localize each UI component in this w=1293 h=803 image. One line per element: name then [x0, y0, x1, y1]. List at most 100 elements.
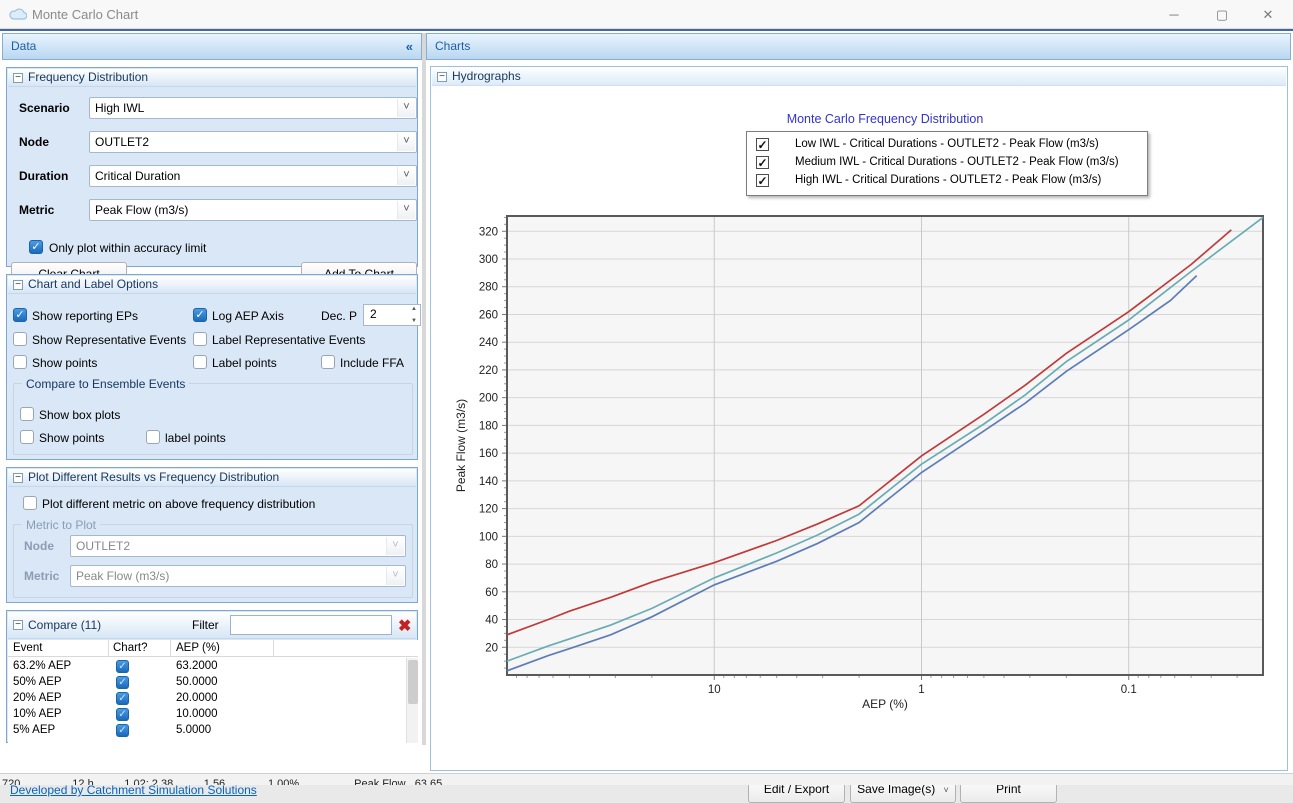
table-row[interactable]: 50% AEP ✓ 50.0000 — [8, 675, 418, 691]
plot-different-metric-checkbox[interactable] — [23, 496, 37, 510]
label-rep-events-checkbox[interactable] — [193, 332, 207, 346]
panel-separator[interactable] — [422, 33, 426, 745]
spinner-up-icon[interactable]: ▲ — [411, 306, 417, 312]
event-cell: 50% AEP — [13, 676, 62, 688]
svg-text:0.1: 0.1 — [1121, 684, 1137, 696]
svg-text:240: 240 — [479, 337, 498, 349]
app-cloud-icon — [9, 6, 27, 20]
chart-label-options-section: − Chart and Label Options ✓ Show reporti… — [6, 274, 418, 460]
show-rep-events-checkbox[interactable] — [13, 332, 27, 346]
table-row[interactable]: 5% AEP✓5.0000 — [8, 723, 418, 739]
svg-text:100: 100 — [479, 531, 498, 543]
legend-item[interactable]: ✓High IWL - Critical Durations - OUTLET2… — [747, 172, 1147, 190]
chart-checkbox[interactable]: ✓ — [116, 692, 129, 705]
spinner-down-icon[interactable]: ▼ — [411, 318, 417, 324]
charts-panel-title: Charts — [435, 39, 470, 53]
svg-text:280: 280 — [479, 282, 498, 294]
hydrographs-header[interactable]: − Hydrographs — [432, 68, 1286, 86]
collapse-section-icon[interactable]: − — [13, 73, 23, 83]
metric-to-plot-group: Metric to Plot Node Metric OUTLET2 ˅ Pea… — [13, 524, 413, 598]
chevron-down-icon: ˅ — [386, 567, 404, 585]
svg-text:260: 260 — [479, 309, 498, 321]
ensemble-show-points-checkbox[interactable] — [20, 430, 34, 444]
main-area: Data « Charts − Frequency Distribution S… — [0, 29, 1293, 773]
compare-table-header: Event Chart? AEP (%) — [8, 640, 418, 657]
event-cell: 63.2% AEP — [13, 660, 71, 672]
developer-link[interactable]: Developed by Catchment Simulation Soluti… — [10, 783, 257, 797]
show-points-checkbox[interactable] — [13, 355, 27, 369]
maximize-button[interactable]: ▢ — [1199, 3, 1245, 26]
compare-scrollbar[interactable] — [406, 658, 418, 743]
data-panel-header[interactable]: Data « — [2, 33, 422, 60]
scenario-dropdown[interactable]: High IWL ˅ — [89, 97, 417, 119]
compare-scrollbar-thumb[interactable] — [408, 660, 418, 704]
legend-item[interactable]: ✓ Medium IWL - Critical Durations - OUTLE… — [747, 154, 1147, 172]
chevron-down-icon[interactable]: ˅ — [397, 167, 415, 185]
dec-p-value: 2 — [370, 307, 377, 321]
chart-checkbox[interactable]: ✓ — [116, 708, 129, 721]
chevron-down-icon[interactable]: ˅ — [397, 133, 415, 151]
chevron-down-icon[interactable]: ˅ — [944, 785, 949, 795]
table-row[interactable]: 10% AEP✓10.0000 — [8, 707, 418, 723]
table-row[interactable]: 63.2% AEP✓63.2000 — [8, 659, 418, 675]
chart-label-options-header[interactable]: − Chart and Label Options — [8, 276, 416, 294]
label-points-checkbox[interactable] — [193, 355, 207, 369]
chart-checkbox[interactable]: ✓ — [116, 724, 129, 737]
compare-header[interactable]: − Compare (11) Filter ✖ — [8, 612, 416, 639]
collapse-section-icon[interactable]: − — [437, 72, 447, 82]
title-bar: Monte Carlo Chart ─ ▢ ✕ — [0, 0, 1293, 29]
node-to-plot-value: OUTLET2 — [76, 539, 130, 553]
metric-to-plot-label2: Metric — [24, 569, 59, 583]
collapse-section-icon[interactable]: − — [13, 280, 23, 290]
legend-checkbox[interactable]: ✓ — [756, 138, 769, 151]
plot-different-results-section: − Plot Different Results vs Frequency Di… — [6, 467, 418, 603]
duration-dropdown[interactable]: Critical Duration ˅ — [89, 165, 417, 187]
log-aep-axis-checkbox[interactable]: ✓ — [193, 308, 207, 322]
svg-text:1: 1 — [918, 684, 924, 696]
dec-p-spinner[interactable]: 2 ▲ ▼ — [363, 304, 421, 326]
col-chart[interactable]: Chart? — [113, 642, 148, 654]
plot-different-metric-label: Plot different metric on above frequency… — [42, 497, 315, 511]
svg-text:200: 200 — [479, 393, 498, 405]
legend-checkbox[interactable]: ✓ — [756, 174, 769, 187]
minimize-button[interactable]: ─ — [1151, 3, 1197, 26]
chart-checkbox[interactable]: ✓ — [116, 660, 129, 673]
collapse-section-icon[interactable]: − — [13, 620, 23, 630]
legend-item[interactable]: ✓Low IWL - Critical Durations - OUTLET2 … — [747, 136, 1147, 154]
data-panel-title: Data — [11, 39, 36, 53]
section-title: Frequency Distribution — [28, 70, 148, 84]
collapse-panel-icon[interactable]: « — [406, 34, 413, 59]
filter-input[interactable] — [230, 615, 392, 635]
svg-text:120: 120 — [479, 504, 498, 516]
collapse-section-icon[interactable]: − — [13, 473, 23, 483]
plot-different-results-header[interactable]: − Plot Different Results vs Frequency Di… — [8, 469, 416, 487]
close-button[interactable]: ✕ — [1245, 3, 1291, 26]
chart-checkbox[interactable]: ✓ — [116, 676, 129, 689]
col-aep[interactable]: AEP (%) — [176, 642, 220, 654]
chevron-down-icon[interactable]: ˅ — [397, 201, 415, 219]
legend-label: Medium IWL - Critical Durations - OUTLET… — [795, 156, 1119, 168]
label-points-label: Label points — [212, 356, 277, 370]
svg-text:320: 320 — [479, 226, 498, 238]
accuracy-limit-label: Only plot within accuracy limit — [49, 241, 206, 255]
svg-text:80: 80 — [485, 559, 498, 571]
ensemble-show-box-plots-checkbox[interactable] — [20, 407, 34, 421]
accuracy-limit-checkbox[interactable]: ✓ — [29, 240, 43, 254]
include-ffa-checkbox[interactable] — [321, 355, 335, 369]
svg-text:20: 20 — [485, 642, 498, 654]
node-to-plot-dropdown: OUTLET2 ˅ — [70, 535, 406, 557]
show-reporting-eps-checkbox[interactable]: ✓ — [13, 308, 27, 322]
ensemble-show-points-label: Show points — [39, 431, 104, 445]
clear-filter-icon[interactable]: ✖ — [398, 614, 411, 640]
legend-checkbox[interactable]: ✓ — [756, 156, 769, 169]
aep-cell: 50.0000 — [176, 676, 218, 688]
chevron-down-icon[interactable]: ˅ — [397, 99, 415, 117]
table-row[interactable]: 20% AEP✓20.0000 — [8, 691, 418, 707]
ensemble-label-points-checkbox[interactable] — [146, 430, 160, 444]
col-event[interactable]: Event — [13, 642, 42, 654]
compare-section: − Compare (11) Filter ✖ Event Chart? AEP… — [6, 610, 418, 743]
ensemble-group-title: Compare to Ensemble Events — [22, 377, 189, 391]
frequency-distribution-header[interactable]: − Frequency Distribution — [8, 69, 416, 87]
metric-dropdown[interactable]: Peak Flow (m3/s) ˅ — [89, 199, 417, 221]
node-dropdown[interactable]: OUTLET2 ˅ — [89, 131, 417, 153]
